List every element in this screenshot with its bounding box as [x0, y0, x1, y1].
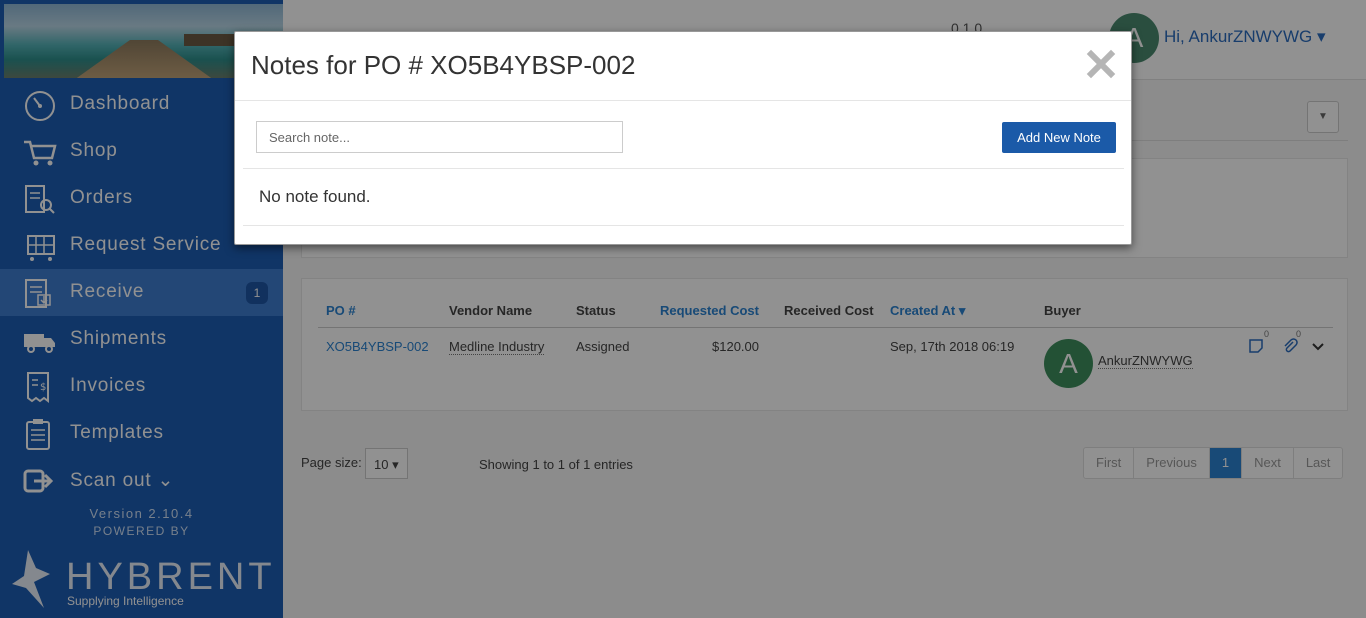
close-icon[interactable] [1085, 48, 1117, 80]
divider [243, 168, 1124, 169]
empty-notes-message: No note found. [259, 187, 371, 206]
notes-modal: Notes for PO # XO5B4YBSP-002 Add New Not… [234, 31, 1132, 245]
search-note-input[interactable] [256, 121, 623, 153]
modal-header-divider [235, 100, 1131, 101]
divider [243, 225, 1124, 226]
modal-title: Notes for PO # XO5B4YBSP-002 [251, 50, 636, 80]
add-new-note-button[interactable]: Add New Note [1002, 122, 1116, 153]
